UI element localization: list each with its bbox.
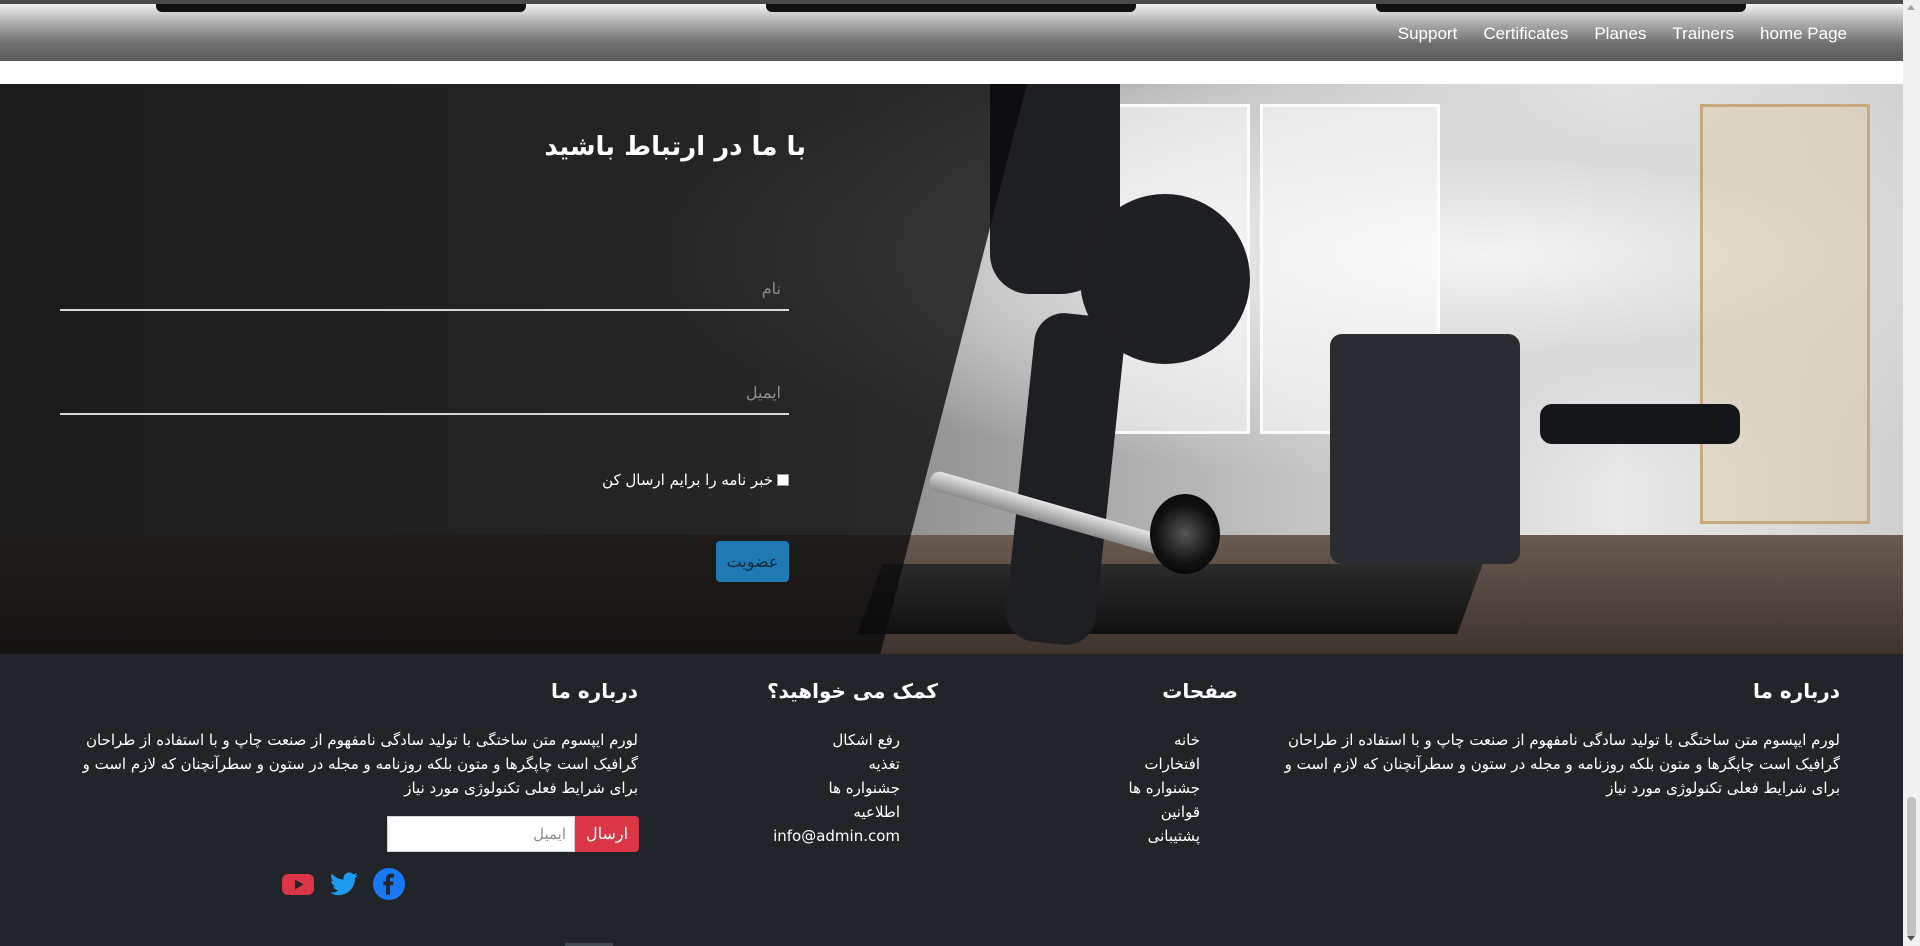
treadmill: [857, 564, 1483, 634]
nav-link-trainers[interactable]: Trainers: [1672, 24, 1734, 44]
scroll-up-arrow[interactable]: [1907, 5, 1915, 10]
footer-about-heading: درباره ما: [1753, 679, 1840, 703]
email-field[interactable]: [60, 375, 789, 415]
elliptical-machine: [1330, 334, 1520, 564]
footer-help-heading: کمک می خواهید؟: [766, 679, 938, 703]
footer-pages-heading: صفحات: [1162, 679, 1238, 703]
join-button[interactable]: عضویت: [716, 541, 789, 582]
footer-link-nutrition[interactable]: تغذیه: [773, 752, 900, 776]
barbell-plate: [1150, 494, 1220, 574]
nav-links: Support Certificates Planes Trainers hom…: [1372, 24, 1847, 44]
footer-link-announcements[interactable]: اطلاعیه: [773, 800, 900, 824]
newsletter-checkbox[interactable]: [777, 474, 789, 486]
footer-link-troubleshoot[interactable]: رفع اشکال: [773, 728, 900, 752]
send-button[interactable]: ارسال: [575, 816, 639, 852]
nav-link-certificates[interactable]: Certificates: [1483, 24, 1568, 44]
kettlebell-rack: [1540, 404, 1740, 444]
nav-link-planes[interactable]: Planes: [1594, 24, 1646, 44]
newsletter-label: خبر نامه را برایم ارسال کن: [602, 471, 773, 489]
newsletter-option: خبر نامه را برایم ارسال کن: [602, 471, 789, 489]
nav-link-home[interactable]: home Page: [1760, 24, 1847, 44]
footer-link-support[interactable]: پشتیبانی: [1129, 824, 1200, 848]
gym-door: [1700, 104, 1870, 524]
footer-link-honors[interactable]: افتخارات: [1129, 752, 1200, 776]
twitter-icon[interactable]: [327, 867, 361, 901]
contact-hero-section: [0, 84, 1903, 655]
footer-link-home[interactable]: خانه: [1129, 728, 1200, 752]
youtube-icon[interactable]: [281, 867, 315, 901]
footer-link-festivals[interactable]: جشنواره ها: [773, 776, 900, 800]
newsletter-form: ارسال: [387, 816, 639, 852]
nav-tab-decoration: [156, 4, 526, 12]
scroll-down-arrow[interactable]: [1907, 936, 1915, 941]
nav-tab-decoration: [766, 4, 1136, 12]
contact-title: با ما در ارتباط باشید: [544, 132, 806, 162]
footer-link-rules[interactable]: قوانین: [1129, 800, 1200, 824]
footer-about-text-2: لورم ایپسوم متن ساختگی با تولید سادگی نا…: [82, 731, 638, 797]
footer-email-input[interactable]: [387, 816, 575, 852]
footer-link-festivals[interactable]: جشنواره ها: [1129, 776, 1200, 800]
facebook-icon[interactable]: [372, 867, 406, 901]
footer-link-email[interactable]: info@admin.com: [773, 824, 900, 848]
footer-about-text: لورم ایپسوم متن ساختگی با تولید سادگی نا…: [1284, 731, 1840, 797]
nav-tab-decoration: [1376, 4, 1746, 12]
footer-pages-list: خانه افتخارات جشنواره ها قوانین پشتیبانی: [1129, 728, 1200, 848]
nav-link-support[interactable]: Support: [1398, 24, 1458, 44]
page-scrollbar[interactable]: [1903, 0, 1920, 946]
top-navbar: Support Certificates Planes Trainers hom…: [0, 0, 1903, 61]
footer-help-list: رفع اشکال تغذیه جشنواره ها اطلاعیه info@…: [773, 728, 900, 848]
scroll-thumb[interactable]: [1907, 797, 1916, 937]
footer-about-heading-2: درباره ما: [551, 679, 638, 703]
footer: درباره ما لورم ایپسوم متن ساختگی با تولی…: [0, 654, 1903, 946]
name-field[interactable]: [60, 271, 789, 311]
